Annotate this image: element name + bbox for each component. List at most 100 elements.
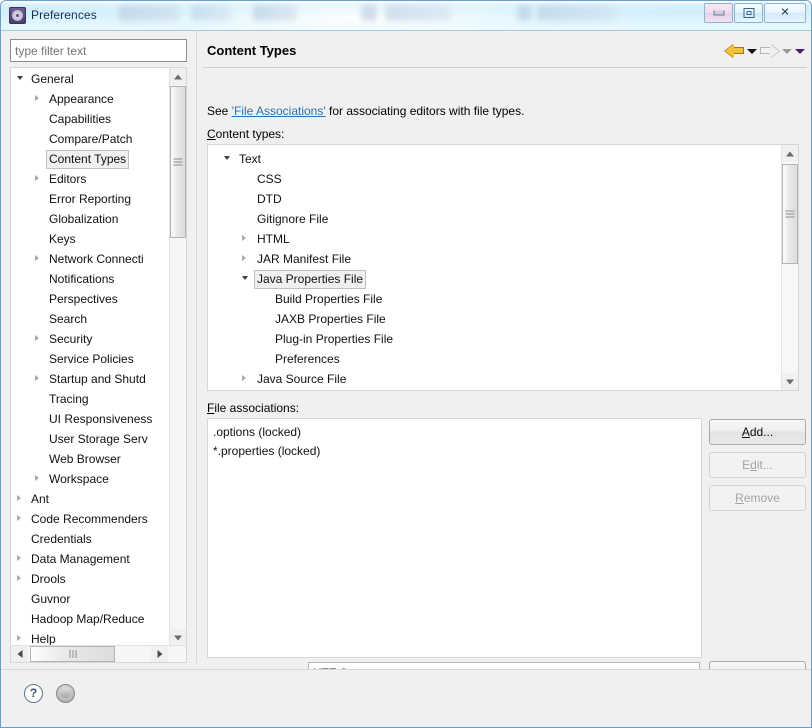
preferences-sidebar: General Appearance Capabilities Compare/Pat… bbox=[10, 36, 193, 666]
forward-history-chevron-down-icon bbox=[782, 48, 792, 54]
sidebar-item-perspectives[interactable]: Perspectives bbox=[11, 288, 169, 308]
filter-input[interactable] bbox=[10, 39, 187, 62]
background-artifact bbox=[385, 5, 451, 21]
add-button[interactable]: Add... bbox=[709, 419, 806, 445]
tree-expander-closed-icon[interactable] bbox=[35, 335, 39, 341]
tree-expander-closed-icon[interactable] bbox=[242, 375, 246, 381]
content-type-item-java-properties-file[interactable]: Java Properties File bbox=[208, 268, 782, 289]
sidebar-item-ant[interactable]: Ant bbox=[11, 488, 169, 508]
content-type-label: JAXB Properties File bbox=[275, 312, 386, 326]
tree-expander-closed-icon[interactable] bbox=[35, 95, 39, 101]
content-type-item-css[interactable]: CSS bbox=[208, 168, 782, 188]
sidebar-item-startup-and-shutd[interactable]: Startup and Shutd bbox=[11, 368, 169, 388]
sidebar-item-hadoop-map-reduce[interactable]: Hadoop Map/Reduce bbox=[11, 608, 169, 628]
background-artifact bbox=[537, 5, 617, 21]
scroll-right-button[interactable] bbox=[151, 646, 168, 662]
sidebar-item-label: Guvnor bbox=[31, 592, 71, 606]
question-mark-icon[interactable]: ? bbox=[24, 684, 43, 703]
tree-expander-open-icon[interactable] bbox=[242, 276, 248, 280]
sidebar-item-error-reporting[interactable]: Error Reporting bbox=[11, 188, 169, 208]
scroll-up-button[interactable] bbox=[782, 145, 798, 162]
content-type-item-jar-manifest-file[interactable]: JAR Manifest File bbox=[208, 248, 782, 268]
grey-circle-icon[interactable] bbox=[56, 684, 75, 703]
tree-expander-open-icon[interactable] bbox=[17, 76, 23, 80]
content-types-vertical-scrollbar[interactable] bbox=[781, 145, 798, 390]
back-arrow-icon[interactable] bbox=[725, 43, 744, 59]
sidebar-item-credentials[interactable]: Credentials bbox=[11, 528, 169, 548]
tree-expander-closed-icon[interactable] bbox=[17, 635, 21, 641]
sidebar-item-capabilities[interactable]: Capabilities bbox=[11, 108, 169, 128]
sidebar-item-data-management[interactable]: Data Management bbox=[11, 548, 169, 568]
tree-expander-closed-icon[interactable] bbox=[35, 475, 39, 481]
forward-arrow-icon bbox=[760, 43, 779, 59]
content-type-item-java-source-file[interactable]: Java Source File bbox=[208, 368, 782, 388]
content-type-item-dtd[interactable]: DTD bbox=[208, 188, 782, 208]
scroll-up-button[interactable] bbox=[170, 68, 186, 85]
tree-expander-open-icon[interactable] bbox=[224, 156, 230, 160]
file-associations-list[interactable]: .options (locked) *.properties (locked) bbox=[207, 418, 702, 658]
sidebar-item-label: Workspace bbox=[49, 472, 109, 486]
sidebar-hscroll-thumb[interactable] bbox=[30, 646, 115, 662]
sidebar-scroll-thumb[interactable] bbox=[170, 86, 186, 238]
sidebar-item-appearance[interactable]: Appearance bbox=[11, 88, 169, 108]
file-association-item[interactable]: .options (locked) bbox=[213, 423, 696, 442]
content-type-item-plug-in-properties-file[interactable]: Plug-in Properties File bbox=[208, 328, 782, 348]
scroll-grip bbox=[173, 157, 183, 168]
back-history-chevron-down-icon[interactable] bbox=[747, 48, 757, 54]
sidebar-item-drools[interactable]: Drools bbox=[11, 568, 169, 588]
sidebar-item-globalization[interactable]: Globalization bbox=[11, 208, 169, 228]
scroll-down-button[interactable] bbox=[782, 373, 798, 390]
sidebar-item-editors[interactable]: Editors bbox=[11, 168, 169, 188]
tree-expander-closed-icon[interactable] bbox=[242, 255, 246, 261]
content-type-item-text[interactable]: Text bbox=[208, 148, 782, 168]
sidebar-item-code-recommenders[interactable]: Code Recommenders bbox=[11, 508, 169, 528]
sidebar-item-security[interactable]: Security bbox=[11, 328, 169, 348]
content-type-item-preferences[interactable]: Preferences bbox=[208, 348, 782, 368]
scroll-down-button[interactable] bbox=[170, 629, 186, 646]
sidebar-item-keys[interactable]: Keys bbox=[11, 228, 169, 248]
sidebar-item-compare-patch[interactable]: Compare/Patch bbox=[11, 128, 169, 148]
sidebar-item-user-storage-serv[interactable]: User Storage Serv bbox=[11, 428, 169, 448]
sidebar-vertical-scrollbar[interactable] bbox=[169, 68, 186, 646]
tree-expander-closed-icon[interactable] bbox=[17, 575, 21, 581]
sidebar-item-ui-responsiveness[interactable]: UI Responsiveness bbox=[11, 408, 169, 428]
tree-expander-closed-icon[interactable] bbox=[35, 175, 39, 181]
tree-expander-closed-icon[interactable] bbox=[17, 495, 21, 501]
sidebar-item-general[interactable]: General bbox=[11, 68, 169, 88]
scroll-left-button[interactable] bbox=[11, 646, 28, 662]
file-association-item[interactable]: *.properties (locked) bbox=[213, 442, 696, 461]
chevron-left-icon bbox=[17, 650, 22, 658]
tree-expander-closed-icon[interactable] bbox=[17, 555, 21, 561]
tree-expander-closed-icon[interactable] bbox=[35, 255, 39, 261]
close-button[interactable]: ✕ bbox=[764, 3, 806, 23]
content-type-item-gitignore-file[interactable]: Gitignore File bbox=[208, 208, 782, 228]
tree-expander-closed-icon[interactable] bbox=[242, 235, 246, 241]
sidebar-item-web-browser[interactable]: Web Browser bbox=[11, 448, 169, 468]
file-associations-link[interactable]: 'File Associations' bbox=[232, 104, 326, 118]
background-artifact bbox=[517, 5, 531, 21]
sidebar-horizontal-scrollbar[interactable] bbox=[11, 645, 186, 662]
sidebar-item-content-types[interactable]: Content Types bbox=[11, 148, 169, 169]
preferences-tree[interactable]: General Appearance Capabilities Compare/Pat… bbox=[10, 67, 187, 663]
sidebar-item-network-connecti[interactable]: Network Connecti bbox=[11, 248, 169, 268]
sidebar-item-guvnor[interactable]: Guvnor bbox=[11, 588, 169, 608]
tree-expander-closed-icon[interactable] bbox=[35, 375, 39, 381]
content-types-scroll-thumb[interactable] bbox=[782, 164, 798, 264]
hint-suffix: for associating editors with file types. bbox=[325, 104, 525, 118]
sidebar-item-tracing[interactable]: Tracing bbox=[11, 388, 169, 408]
sidebar-item-label: Credentials bbox=[31, 532, 92, 546]
sidebar-item-service-policies[interactable]: Service Policies bbox=[11, 348, 169, 368]
maximize-button[interactable] bbox=[734, 3, 763, 23]
content-type-item-html[interactable]: HTML bbox=[208, 228, 782, 248]
background-artifact bbox=[253, 5, 297, 21]
sidebar-item-notifications[interactable]: Notifications bbox=[11, 268, 169, 288]
tree-expander-closed-icon[interactable] bbox=[17, 515, 21, 521]
sidebar-item-workspace[interactable]: Workspace bbox=[11, 468, 169, 488]
view-menu-chevron-down-icon[interactable] bbox=[795, 48, 805, 54]
sidebar-item-label: Drools bbox=[31, 572, 66, 586]
sidebar-item-search[interactable]: Search bbox=[11, 308, 169, 328]
content-type-item-jaxb-properties-file[interactable]: JAXB Properties File bbox=[208, 308, 782, 328]
minimize-button[interactable] bbox=[704, 3, 733, 23]
content-types-tree[interactable]: Text CSS DTD Gitignore File HTML JAR Manifest… bbox=[207, 144, 799, 391]
content-type-item-build-properties-file[interactable]: Build Properties File bbox=[208, 288, 782, 308]
